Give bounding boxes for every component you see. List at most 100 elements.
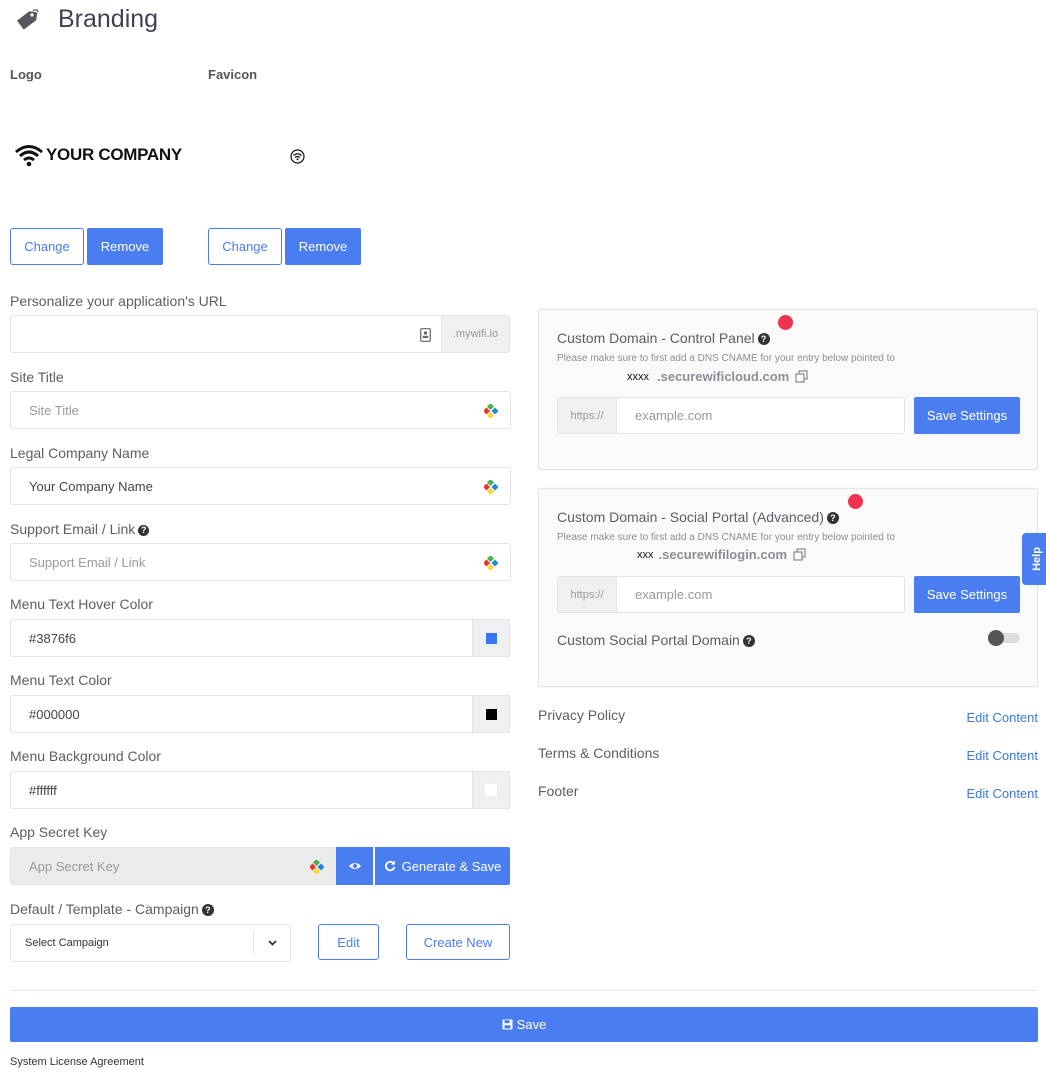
bg-color-value: #ffffff [29, 782, 57, 798]
logo-remove-button[interactable]: Remove [87, 228, 163, 265]
wifi-icon [15, 145, 43, 167]
privacy-policy-label: Privacy Policy [538, 707, 626, 723]
show-secret-button[interactable] [336, 847, 373, 885]
license-agreement-link[interactable]: System License Agreement [10, 1056, 144, 1068]
social-portal-save-button[interactable]: Save Settings [914, 576, 1020, 613]
social-portal-placeholder: example.com [635, 587, 713, 602]
eye-icon [348, 863, 361, 869]
privacy-policy-edit-link[interactable]: Edit Content [966, 710, 1038, 725]
secret-key-placeholder: App Secret Key [29, 858, 120, 874]
bg-color-swatch-button[interactable] [472, 771, 510, 809]
campaign-create-button[interactable]: Create New [406, 924, 510, 960]
social-portal-note: Please make sure to first add a DNS CNAM… [557, 532, 895, 543]
text-color-input[interactable]: #000000 [10, 695, 473, 733]
help-question-icon[interactable]: ? [138, 524, 150, 536]
support-label-text: Support Email / Link [10, 521, 136, 537]
terms-edit-link[interactable]: Edit Content [966, 748, 1038, 763]
generate-save-label: Generate & Save [401, 858, 502, 874]
text-variables-icon[interactable] [310, 860, 324, 874]
control-panel-domain-input[interactable]: example.com [616, 397, 905, 434]
site-title-label: Site Title [10, 369, 64, 385]
favicon-remove-button[interactable]: Remove [285, 228, 361, 265]
support-placeholder: Support Email / Link [29, 554, 146, 570]
help-tab[interactable]: Help [1022, 533, 1046, 585]
copy-icon[interactable] [793, 548, 806, 561]
logo-label: Logo [10, 67, 42, 82]
bg-color-label: Menu Background Color [10, 748, 161, 764]
text-color-swatch [485, 708, 497, 720]
url-suffix: .mywifi.io [441, 315, 510, 353]
campaign-edit-button[interactable]: Edit [318, 924, 379, 960]
cname-prefix: xxx [637, 548, 654, 561]
legal-name-input[interactable]: Your Company Name [10, 467, 511, 505]
campaign-label-text: Default / Template - Campaign [10, 901, 199, 917]
social-portal-cname: xxx .securewifilogin.com [637, 547, 806, 562]
secret-key-input[interactable]: App Secret Key [10, 847, 337, 885]
hover-color-swatch-button[interactable] [472, 619, 510, 657]
refresh-icon [384, 860, 395, 872]
help-question-icon[interactable]: ? [201, 904, 214, 917]
help-question-icon[interactable]: ? [742, 635, 755, 648]
protocol-addon: https:// [557, 397, 617, 434]
social-portal-domain-card: Custom Domain - Social Portal (Advanced)… [538, 488, 1038, 687]
tag-icon [16, 9, 39, 30]
cname-prefix: xxxx [627, 370, 649, 383]
favicon-wifi-icon [290, 149, 305, 164]
campaign-select[interactable]: Select Campaign [10, 924, 291, 962]
custom-portal-toggle[interactable] [988, 630, 1020, 646]
text-variables-icon[interactable] [484, 404, 498, 418]
support-label: Support Email / Link? [10, 521, 150, 537]
control-panel-placeholder: example.com [635, 408, 713, 423]
copy-icon[interactable] [795, 370, 808, 383]
bg-color-swatch [484, 783, 498, 797]
custom-portal-toggle-label: Custom Social Portal Domain? [557, 632, 755, 648]
cname-domain: .securewifilogin.com [658, 547, 788, 562]
toggle-knob [988, 630, 1004, 646]
chevron-down-icon [267, 940, 277, 946]
hover-color-value: #3876f6 [29, 630, 76, 646]
custom-portal-toggle-label-text: Custom Social Portal Domain [557, 632, 740, 648]
save-label: Save [516, 1017, 547, 1032]
control-panel-note: Please make sure to first add a DNS CNAM… [557, 353, 895, 364]
social-portal-title: Custom Domain - Social Portal (Advanced)… [557, 509, 839, 525]
hover-color-input[interactable]: #3876f6 [10, 619, 473, 657]
logo-text: YOUR COMPANY [46, 145, 182, 164]
url-input[interactable] [10, 315, 441, 353]
help-tab-label: Help [1031, 547, 1043, 571]
support-input[interactable]: Support Email / Link [10, 543, 511, 581]
social-portal-title-text: Custom Domain - Social Portal (Advanced) [557, 509, 824, 525]
page-title: Branding [58, 5, 159, 33]
site-title-placeholder: Site Title [29, 402, 79, 418]
notification-dot [848, 494, 863, 509]
text-color-value: #000000 [29, 706, 80, 722]
legal-name-label: Legal Company Name [10, 445, 150, 461]
text-color-swatch-button[interactable] [472, 695, 510, 733]
terms-label: Terms & Conditions [538, 745, 660, 761]
divider [10, 990, 1038, 991]
campaign-label: Default / Template - Campaign? [10, 901, 214, 917]
control-panel-save-button[interactable]: Save Settings [914, 397, 1020, 434]
text-variables-icon[interactable] [484, 556, 498, 570]
save-button[interactable]: Save [10, 1007, 1038, 1042]
text-color-label: Menu Text Color [10, 672, 112, 688]
campaign-selected-value: Select Campaign [25, 937, 109, 949]
bg-color-input[interactable]: #ffffff [10, 771, 473, 809]
favicon-label: Favicon [208, 67, 258, 82]
social-portal-domain-input[interactable]: example.com [616, 576, 905, 613]
hover-color-swatch [485, 632, 497, 644]
footer-edit-link[interactable]: Edit Content [966, 786, 1038, 801]
url-label: Personalize your application's URL [10, 293, 227, 309]
company-logo: YOUR COMPANY [14, 143, 182, 167]
hover-color-label: Menu Text Hover Color [10, 596, 153, 612]
control-panel-title: Custom Domain - Control Panel? [557, 330, 770, 346]
dropdown-toggle[interactable] [253, 931, 290, 955]
help-question-icon[interactable]: ? [826, 512, 839, 525]
control-panel-title-text: Custom Domain - Control Panel [557, 330, 755, 346]
generate-save-button[interactable]: Generate & Save [375, 847, 510, 885]
site-title-input[interactable]: Site Title [10, 391, 511, 429]
logo-change-button[interactable]: Change [10, 228, 84, 265]
help-question-icon[interactable]: ? [757, 333, 770, 346]
favicon-change-button[interactable]: Change [208, 228, 282, 265]
notification-dot [778, 315, 793, 330]
text-variables-icon[interactable] [484, 480, 498, 494]
